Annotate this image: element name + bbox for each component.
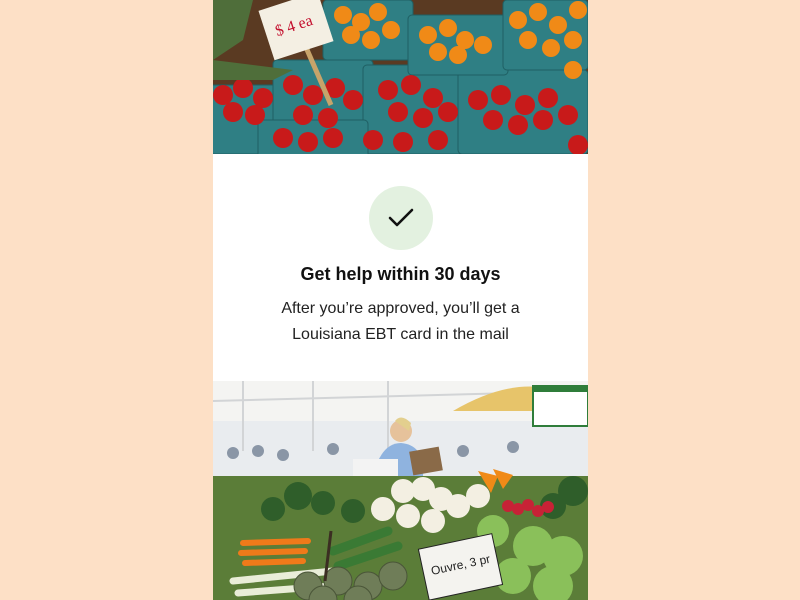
tomatoes-photo: $ 4 ea — [213, 0, 588, 154]
card-title: Get help within 30 days — [300, 264, 501, 284]
checkmark-icon — [369, 186, 433, 250]
phone-screen: $ 4 ea Get help within 30 days After you… — [213, 0, 588, 600]
confirmation-card: Get help within 30 days After you’re app… — [213, 154, 588, 381]
farmers-market-photo: Ouvre, 3 pr — [213, 381, 588, 600]
card-body: After you’re approved, you’ll get a Loui… — [281, 300, 520, 343]
